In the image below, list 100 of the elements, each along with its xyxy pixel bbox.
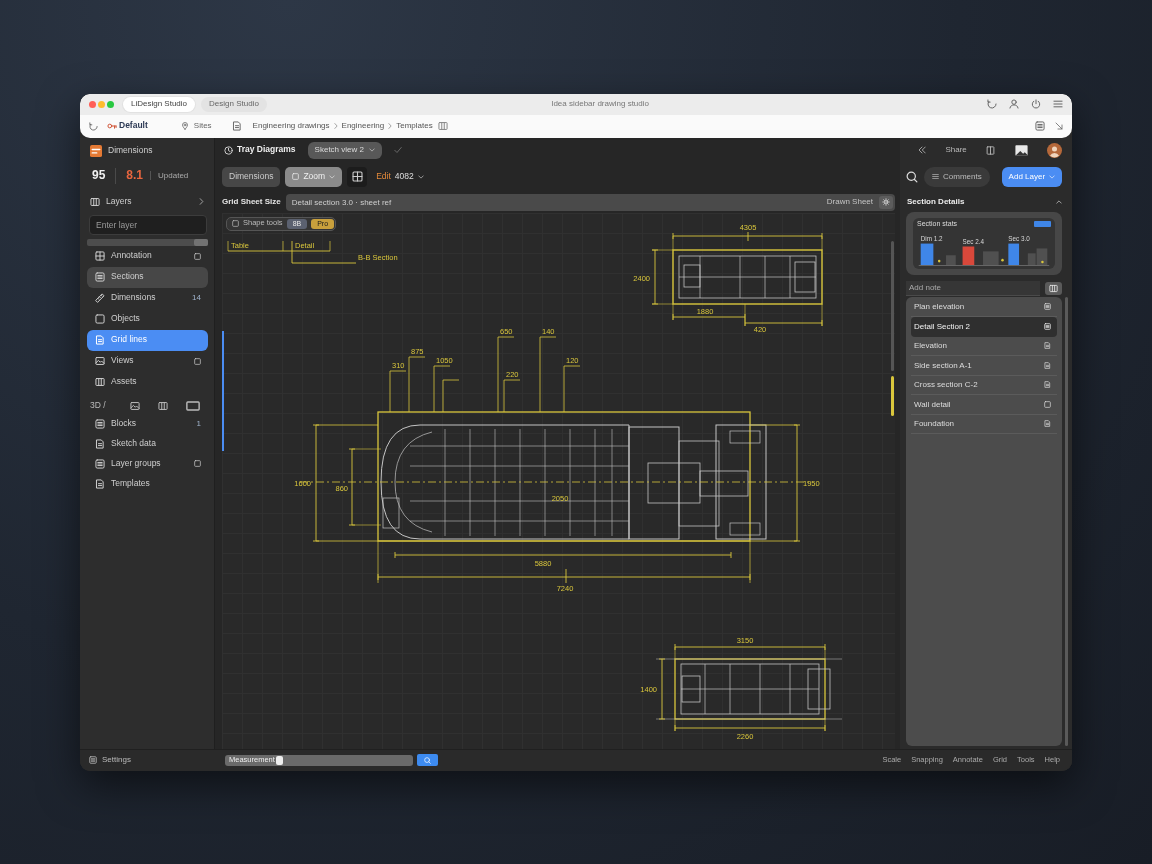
document-icon[interactable] bbox=[1044, 342, 1051, 350]
caret-icon bbox=[417, 173, 424, 180]
image-icon bbox=[95, 356, 105, 366]
menu-icon[interactable] bbox=[1053, 99, 1063, 109]
search-icon bbox=[424, 756, 431, 764]
breadcrumb-link[interactable]: Engineering drawings bbox=[252, 121, 330, 131]
key-icon[interactable] bbox=[107, 121, 117, 131]
sidebar-item[interactable]: Annotation bbox=[87, 245, 208, 267]
document-icon[interactable] bbox=[1044, 381, 1051, 389]
sidebar-item[interactable]: Assets bbox=[87, 371, 208, 393]
rectangle-icon[interactable] bbox=[185, 398, 200, 413]
search-icon[interactable] bbox=[906, 170, 918, 183]
document-title: Tray Diagrams bbox=[237, 145, 296, 155]
chevron-icon[interactable] bbox=[198, 198, 205, 205]
toolbar-button[interactable]: Dimensions bbox=[222, 166, 281, 187]
caret-icon bbox=[329, 173, 336, 180]
tools-label: 3D / bbox=[90, 400, 106, 411]
square-icon[interactable] bbox=[194, 357, 201, 365]
columns-icon bbox=[95, 377, 105, 387]
columns-icon bbox=[1049, 283, 1058, 293]
sidebar-item[interactable]: Views bbox=[87, 350, 208, 372]
sidebar-item[interactable]: Templates bbox=[87, 473, 208, 494]
sheet-field[interactable]: Detail section 3.0 · sheet ref bbox=[285, 193, 821, 211]
document-icon bbox=[95, 335, 105, 345]
stat-caption: Updated bbox=[158, 170, 189, 181]
document-icon[interactable] bbox=[1044, 361, 1051, 369]
list-icon[interactable] bbox=[1035, 121, 1045, 131]
sidebar-item[interactable]: Sketch data bbox=[87, 433, 208, 454]
chevron-icon bbox=[332, 123, 339, 129]
vertical-scrollbar[interactable] bbox=[1065, 296, 1068, 746]
grid-view-button[interactable] bbox=[347, 166, 368, 187]
settings-link[interactable]: Settings bbox=[102, 755, 131, 765]
square-icon[interactable] bbox=[194, 460, 201, 467]
window-close-icon[interactable] bbox=[89, 100, 96, 108]
slider-thumb[interactable] bbox=[275, 755, 283, 765]
note-field[interactable]: Add note bbox=[906, 280, 1040, 296]
sidebar-item[interactable]: Blocks 1 bbox=[87, 413, 208, 434]
document-icon bbox=[95, 438, 105, 449]
document-icon[interactable] bbox=[1044, 420, 1051, 428]
gear-icon bbox=[882, 198, 890, 206]
double-chevron-icon[interactable] bbox=[918, 146, 926, 154]
view-dropdown[interactable]: Sketch view 2 bbox=[307, 141, 382, 159]
avatar-icon[interactable] bbox=[1047, 142, 1062, 158]
vertical-scrollbar[interactable] bbox=[891, 240, 894, 371]
share-link[interactable]: Share bbox=[945, 145, 967, 155]
sidebar-item[interactable]: Dimensions 14 bbox=[87, 287, 208, 309]
section-list-item[interactable]: Side section A-1 bbox=[911, 356, 1057, 376]
sidebar-item[interactable]: Layer groups bbox=[87, 453, 208, 474]
list-icon bbox=[95, 418, 105, 429]
list-icon[interactable] bbox=[89, 756, 97, 764]
square-icon[interactable] bbox=[1044, 400, 1051, 408]
panel-title: Section Details bbox=[907, 196, 965, 207]
sheet-status: Drawn Sheet bbox=[826, 197, 873, 207]
image-icon[interactable] bbox=[1014, 143, 1028, 157]
image-icon[interactable] bbox=[129, 400, 140, 411]
section-list-item[interactable]: Wall detail bbox=[911, 395, 1057, 415]
document-icon bbox=[95, 478, 105, 489]
arrow-icon[interactable] bbox=[1055, 122, 1063, 130]
split-panel-icon[interactable] bbox=[986, 145, 996, 155]
sidebar-item[interactable]: Objects bbox=[87, 308, 208, 330]
sidebar-item[interactable]: Sections bbox=[87, 266, 208, 288]
position-marker bbox=[891, 375, 894, 416]
columns-icon[interactable] bbox=[437, 121, 448, 131]
note-options-button[interactable] bbox=[1045, 281, 1062, 295]
breadcrumb-link[interactable]: Templates bbox=[396, 121, 433, 131]
check-icon[interactable] bbox=[393, 146, 402, 154]
browser-tab[interactable]: LiDesign Studio bbox=[123, 96, 196, 112]
browser-tab[interactable]: Design Studio bbox=[201, 96, 267, 112]
section-list-item[interactable]: Cross section C-2 bbox=[911, 375, 1057, 395]
item-count: 1 bbox=[196, 418, 201, 429]
square-icon[interactable] bbox=[194, 252, 201, 260]
list-icon bbox=[95, 458, 105, 469]
reload-icon[interactable] bbox=[89, 121, 98, 131]
sheet-label: Grid Sheet Size bbox=[222, 197, 281, 207]
sheet-options-button[interactable] bbox=[879, 195, 893, 209]
search-field[interactable]: Enter layer bbox=[89, 214, 207, 235]
chevron-icon bbox=[387, 123, 394, 129]
person-icon[interactable] bbox=[1009, 99, 1019, 109]
columns-icon[interactable] bbox=[157, 400, 168, 411]
grid-icon bbox=[351, 171, 363, 182]
section-list-item[interactable]: Foundation bbox=[911, 414, 1057, 434]
caret-icon bbox=[1049, 173, 1056, 180]
section-list-item[interactable]: Detail Section 2 bbox=[911, 317, 1057, 337]
ruler-icon bbox=[95, 293, 105, 303]
caret-icon[interactable] bbox=[1056, 198, 1062, 205]
reload-icon[interactable] bbox=[987, 99, 997, 109]
horizontal-scrollbar[interactable] bbox=[87, 238, 208, 246]
profile-name[interactable]: Default bbox=[119, 121, 148, 131]
page-title: Idea sidebar drawing studio bbox=[551, 99, 649, 109]
legend-swatch-icon bbox=[1034, 220, 1051, 227]
caret-icon bbox=[368, 147, 375, 153]
item-count: 14 bbox=[192, 293, 201, 303]
comments-button[interactable]: Comments bbox=[924, 166, 990, 187]
list-icon bbox=[95, 272, 105, 282]
location-link[interactable]: Sites bbox=[193, 121, 212, 131]
breadcrumb-link[interactable]: Engineering bbox=[341, 121, 385, 131]
power-icon[interactable] bbox=[1031, 99, 1041, 109]
edit-dropdown[interactable]: Edit 4082 bbox=[372, 166, 428, 187]
search-button[interactable] bbox=[417, 754, 438, 766]
section-list-item[interactable]: Elevation bbox=[911, 336, 1057, 356]
